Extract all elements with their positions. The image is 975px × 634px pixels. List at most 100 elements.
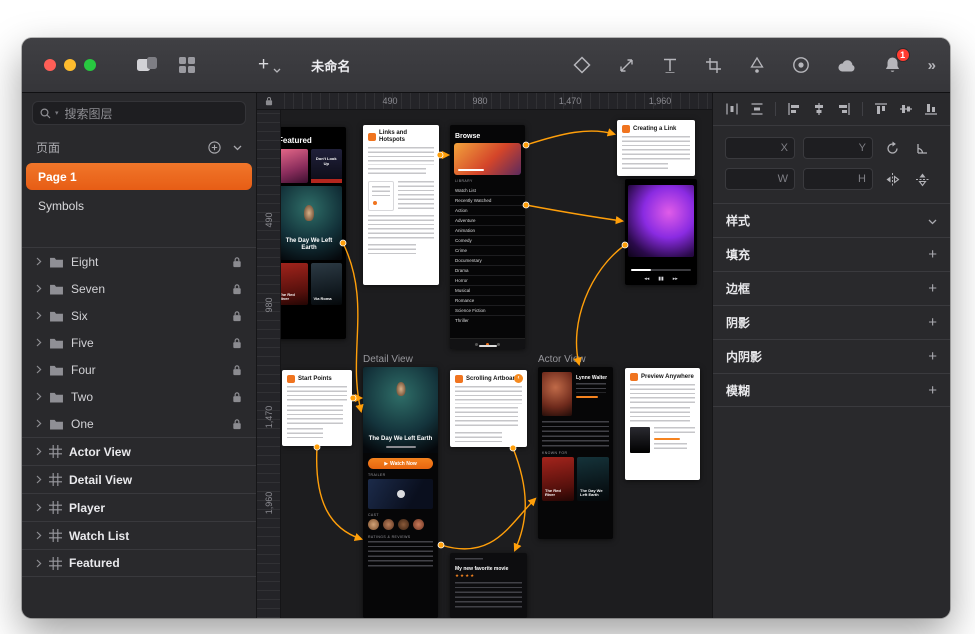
layer-row-six[interactable]: Six [22,302,256,329]
group-row-featured[interactable]: Featured [22,549,256,577]
scale-tool-icon[interactable] [618,57,635,74]
lock-icon[interactable] [232,391,242,403]
grid-view-toggle-icon[interactable] [178,56,196,74]
page-item-symbols[interactable]: Symbols [26,192,252,219]
tutorial-card-scrolling-artboards[interactable]: Scrolling Artboards ‹ [450,370,527,447]
blur-section-header[interactable]: 模糊 + [713,373,950,407]
artboard-label-detail-view[interactable]: Detail View [363,354,413,365]
chevron-right-icon[interactable] [36,365,42,374]
body-text-lines [287,386,347,402]
align-right-icon[interactable] [837,102,851,116]
add-border-button[interactable]: + [928,280,937,297]
chevron-right-icon[interactable] [36,503,42,512]
distribute-vertical-icon[interactable] [750,102,764,116]
artboard-featured[interactable]: Featured Don't Look Up The Day We Left E… [272,127,346,339]
pages-collapse-chevron-icon[interactable] [233,145,242,151]
lock-icon[interactable] [232,418,242,430]
chevron-right-icon[interactable] [36,257,42,266]
add-shadow-button[interactable]: + [928,314,937,331]
search-input[interactable]: ▾ 搜索图层 [32,101,246,125]
group-row-detail-view[interactable]: Detail View [22,465,256,493]
rotate-icon[interactable] [881,141,903,156]
y-position-field[interactable]: Y [803,137,873,159]
lock-icon[interactable] [232,337,242,349]
fills-section-header[interactable]: 填充 + [713,237,950,271]
chevron-right-icon[interactable] [36,284,42,293]
borders-section-header[interactable]: 边框 + [713,271,950,305]
document-title: 未命名 [311,56,351,75]
artboard-browse[interactable]: Browse LIBRARY Watch List Recently Watch… [450,125,525,349]
symbol-tool-icon[interactable] [573,56,591,74]
color-tool-icon[interactable] [792,56,810,74]
page-item-page1[interactable]: Page 1 [26,163,252,190]
lock-icon[interactable] [232,310,242,322]
layer-row-two[interactable]: Two [22,383,256,410]
zoom-button[interactable] [84,59,96,71]
chevron-right-icon[interactable] [36,392,42,401]
group-row-player[interactable]: Player [22,493,256,521]
notifications-bell-icon[interactable]: 1 [884,56,901,74]
lock-icon[interactable] [232,256,242,268]
layer-row-one[interactable]: One [22,410,256,437]
inner-shadows-section-header[interactable]: 内阴影 + [713,339,950,373]
lock-icon[interactable] [232,283,242,295]
flip-horizontal-icon[interactable] [881,172,903,187]
width-field[interactable]: W [725,168,795,190]
shadows-section-header[interactable]: 阴影 + [713,305,950,339]
align-bottom-icon[interactable] [924,102,938,116]
transform-icon[interactable] [911,141,933,156]
text-tool-icon[interactable] [662,57,678,74]
chevron-right-icon[interactable] [36,531,42,540]
add-fill-button[interactable]: + [928,246,937,263]
chevron-right-icon[interactable] [36,475,42,484]
layer-row-eight[interactable]: Eight [22,248,256,275]
tutorial-card-links-and-hotspots[interactable]: Links and Hotspots [363,125,439,285]
group-row-actor-view[interactable]: Actor View [22,437,256,465]
ruler-lock[interactable] [257,93,281,110]
search-scope-chevron-icon[interactable]: ▾ [55,109,59,117]
artboard-actor-view[interactable]: Lynne Walter KNOWN FOR The Red River The… [538,367,613,539]
cast-avatars [368,519,433,530]
layer-row-four[interactable]: Four [22,356,256,383]
toolbar-overflow-button[interactable]: » [928,57,936,74]
close-button[interactable] [44,59,56,71]
distribute-horizontal-icon[interactable] [725,102,739,116]
align-left-icon[interactable] [787,102,801,116]
artboard-icon [49,529,62,542]
tutorial-card-start-points[interactable]: Start Points [282,370,352,446]
add-inner-shadow-button[interactable]: + [928,348,937,365]
insert-button[interactable]: + [258,57,281,73]
height-field[interactable]: H [803,168,873,190]
vector-tool-icon[interactable] [749,56,765,74]
lock-icon[interactable] [232,364,242,376]
add-blur-button[interactable]: + [928,382,937,399]
add-page-icon[interactable] [208,141,221,154]
align-top-icon[interactable] [874,102,888,116]
chevron-right-icon[interactable] [36,338,42,347]
group-row-watch-list[interactable]: Watch List [22,521,256,549]
x-position-field[interactable]: X [725,137,795,159]
cloud-icon[interactable] [837,58,857,73]
crop-tool-icon[interactable] [705,57,722,74]
style-section-header[interactable]: 样式 [713,203,950,237]
layer-row-five[interactable]: Five [22,329,256,356]
artboard-detail-view[interactable]: The Day We Left Earth ▶ Watch Now TRAILE… [363,367,438,618]
chevron-right-icon[interactable] [36,559,42,568]
chevron-right-icon[interactable] [36,311,42,320]
tutorial-card-creating-a-link[interactable]: Creating a Link [617,120,695,176]
layer-row-seven[interactable]: Seven [22,275,256,302]
canvas[interactable]: Featured Don't Look Up The Day We Left E… [257,93,712,618]
align-middle-icon[interactable] [899,102,913,116]
artboard-link-preview-phone[interactable]: ◂◂▮▮▸▸ [625,179,697,285]
flip-vertical-icon[interactable] [911,172,933,187]
artboard-label-actor-view[interactable]: Actor View [538,354,586,365]
artboard-review-fragment[interactable]: My new favorite movie ★★★★ [450,553,527,618]
actor-photo [542,372,572,416]
minimize-button[interactable] [64,59,76,71]
tutorial-card-preview-anywhere[interactable]: Preview Anywhere [625,368,700,480]
canvas-view-toggle-icon[interactable] [136,56,158,74]
align-center-horizontal-icon[interactable] [812,102,826,116]
tab-bar [450,338,525,349]
chevron-right-icon[interactable] [36,419,42,428]
chevron-right-icon[interactable] [36,447,42,456]
